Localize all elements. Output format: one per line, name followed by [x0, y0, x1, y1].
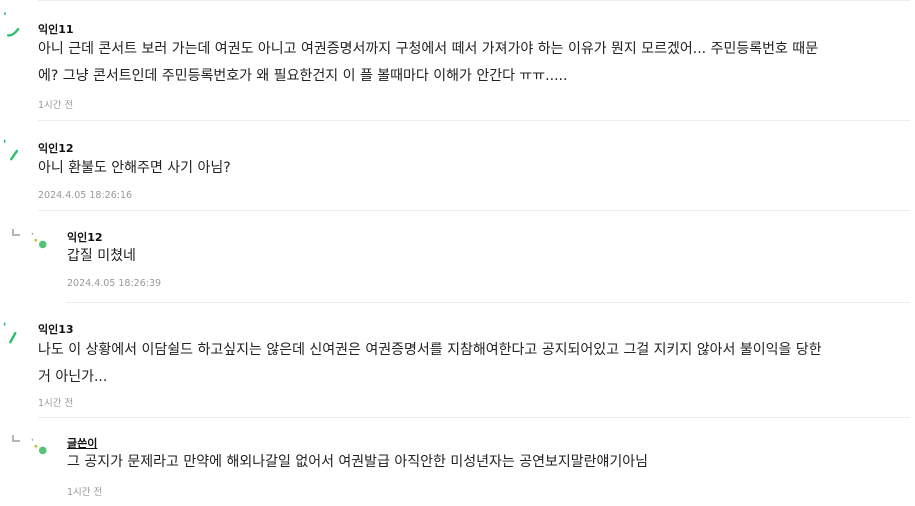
comment-divider — [38, 120, 910, 121]
comment-text: 그 공지가 문제라고 만약에 해외나갈일 없어서 여권발급 아직안한 미성년자는… — [67, 449, 910, 476]
comment-timestamp: 1시간 전 — [38, 100, 74, 111]
comment-divider — [38, 210, 910, 211]
comment-timestamp: 2024.4.05 18:26:16 — [38, 190, 133, 201]
green-dot-icon — [31, 232, 47, 249]
comment-text-line: 아니 근데 콘서트 보러 가는데 여권도 아니고 여권증명서까지 구청에서 떼서… — [38, 41, 819, 57]
green-slash-icon — [3, 322, 17, 344]
comment-text: 아니 근데 콘서트 보러 가는데 여권도 아니고 여권증명서까지 구청에서 떼서… — [38, 36, 910, 90]
green-dot-icon — [31, 438, 47, 455]
comment-divider — [38, 417, 910, 418]
comment-text-line: 거 아닌가... — [38, 369, 108, 385]
comment-text-line: 나도 이 상황에서 이담쉴드 하고싶지는 않은데 신여권은 여권증명서를 지참해… — [38, 342, 822, 358]
reply-arrow-icon — [12, 229, 20, 236]
green-swoosh-icon — [4, 12, 20, 37]
comment-divider — [66, 302, 910, 303]
comment-text: 아니 환불도 안해주면 사기 아님? — [38, 155, 910, 182]
comment-text-line: 에? 그냥 콘서트인데 주민등록번호가 왜 필요한건지 이 플 볼때마다 이해가… — [38, 68, 568, 84]
green-slash-icon — [3, 139, 19, 161]
comment-timestamp: 2024.4.05 18:26:39 — [67, 278, 162, 289]
comment-timestamp: 1시간 전 — [38, 398, 74, 409]
comment-author[interactable]: 익인13 — [38, 321, 74, 337]
comment-author[interactable]: 익인12 — [38, 140, 74, 156]
comment-text-line: 갑질 미쳤네 — [67, 248, 136, 264]
comment-author[interactable]: 익인11 — [38, 21, 74, 37]
comment-text-line: 아니 환불도 안해주면 사기 아님? — [38, 160, 231, 176]
comment-text-line: 그 공지가 문제라고 만약에 해외나갈일 없어서 여권발급 아직안한 미성년자는… — [67, 454, 649, 470]
comment-text: 갑질 미쳤네 — [67, 243, 910, 270]
reply-arrow-icon — [12, 435, 20, 442]
comment-timestamp: 1시간 전 — [67, 487, 103, 498]
comment-text: 나도 이 상황에서 이담쉴드 하고싶지는 않은데 신여권은 여권증명서를 지참해… — [38, 337, 910, 391]
top-divider — [38, 0, 910, 3]
